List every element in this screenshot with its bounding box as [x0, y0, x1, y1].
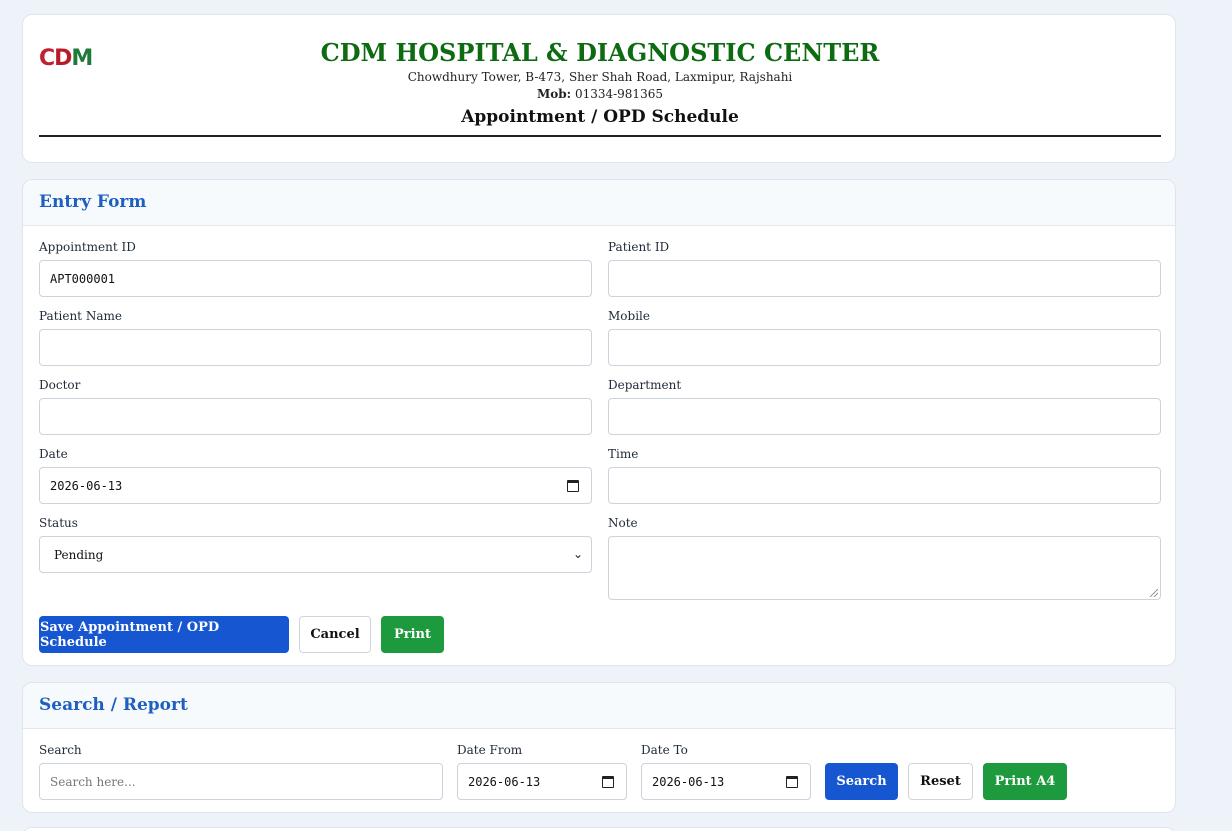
search-button[interactable]: Search — [825, 763, 898, 800]
chevron-down-icon: ⌄ — [572, 547, 583, 561]
time-label: Time — [608, 447, 639, 461]
department-label: Department — [608, 378, 682, 392]
department-input[interactable] — [608, 398, 1161, 435]
print-a4-button[interactable]: Print A4 — [983, 763, 1067, 800]
date-from-input[interactable]: 2026-06-13 — [457, 763, 627, 800]
hospital-mobile: Mob: 01334-981365 — [23, 87, 1177, 101]
date-from-label: Date From — [457, 743, 523, 757]
calendar-icon[interactable] — [567, 480, 579, 492]
appointment-id-input[interactable]: APT000001 — [39, 260, 592, 297]
status-value: Pending — [54, 547, 104, 562]
time-input[interactable] — [608, 467, 1161, 504]
patient-name-input[interactable] — [39, 329, 592, 366]
status-label: Status — [39, 516, 78, 530]
patient-id-input[interactable] — [608, 260, 1161, 297]
header-card: CDM CDM HOSPITAL & DIAGNOSTIC CENTER Cho… — [22, 14, 1176, 163]
date-to-value: 2026-06-13 — [652, 774, 725, 789]
next-section-card-edge — [22, 827, 1176, 831]
hospital-address: Chowdhury Tower, B-473, Sher Shah Road, … — [407, 70, 793, 84]
search-label: Search — [39, 743, 82, 757]
entry-form-header: Entry Form — [23, 180, 1175, 226]
calendar-icon[interactable] — [786, 776, 798, 788]
status-select[interactable]: Pending ⌄ — [39, 536, 592, 573]
resize-handle-icon[interactable] — [1150, 589, 1158, 597]
reset-button[interactable]: Reset — [908, 763, 973, 800]
save-appointment-button[interactable]: Save Appointment / OPD Schedule — [39, 616, 289, 653]
appointment-id-value: APT000001 — [50, 271, 116, 286]
mobile-label: Mob: — [537, 87, 572, 101]
calendar-icon[interactable] — [602, 776, 614, 788]
patient-name-label: Patient Name — [39, 309, 122, 323]
date-to-input[interactable]: 2026-06-13 — [641, 763, 811, 800]
mobile-value: 01334-981365 — [574, 87, 663, 101]
entry-form-card: Entry Form Appointment ID APT000001 Pati… — [22, 179, 1176, 666]
mobile-label: Mobile — [608, 309, 650, 323]
doctor-input[interactable] — [39, 398, 592, 435]
entry-form-title: Entry Form — [39, 192, 147, 212]
search-report-title: Search / Report — [39, 695, 188, 715]
hospital-name: CDM HOSPITAL & DIAGNOSTIC CENTER — [320, 38, 880, 67]
print-button[interactable]: Print — [381, 616, 444, 653]
mobile-input[interactable] — [608, 329, 1161, 366]
note-label: Note — [608, 516, 638, 530]
header-divider — [39, 135, 1161, 137]
note-textarea[interactable] — [608, 536, 1161, 600]
search-report-card: Search / Report Search Search here... Da… — [22, 682, 1176, 813]
search-placeholder: Search here... — [50, 774, 136, 789]
date-input[interactable]: 2026-06-13 — [39, 467, 592, 504]
date-label: Date — [39, 447, 68, 461]
date-to-label: Date To — [641, 743, 688, 757]
patient-id-label: Patient ID — [608, 240, 670, 254]
search-report-header: Search / Report — [23, 683, 1175, 729]
doctor-label: Doctor — [39, 378, 81, 392]
date-value: 2026-06-13 — [50, 478, 123, 493]
search-input[interactable]: Search here... — [39, 763, 443, 800]
date-from-value: 2026-06-13 — [468, 774, 541, 789]
page-title: Appointment / OPD Schedule — [461, 107, 739, 127]
appointment-id-label: Appointment ID — [39, 240, 136, 254]
cancel-button[interactable]: Cancel — [299, 616, 371, 653]
